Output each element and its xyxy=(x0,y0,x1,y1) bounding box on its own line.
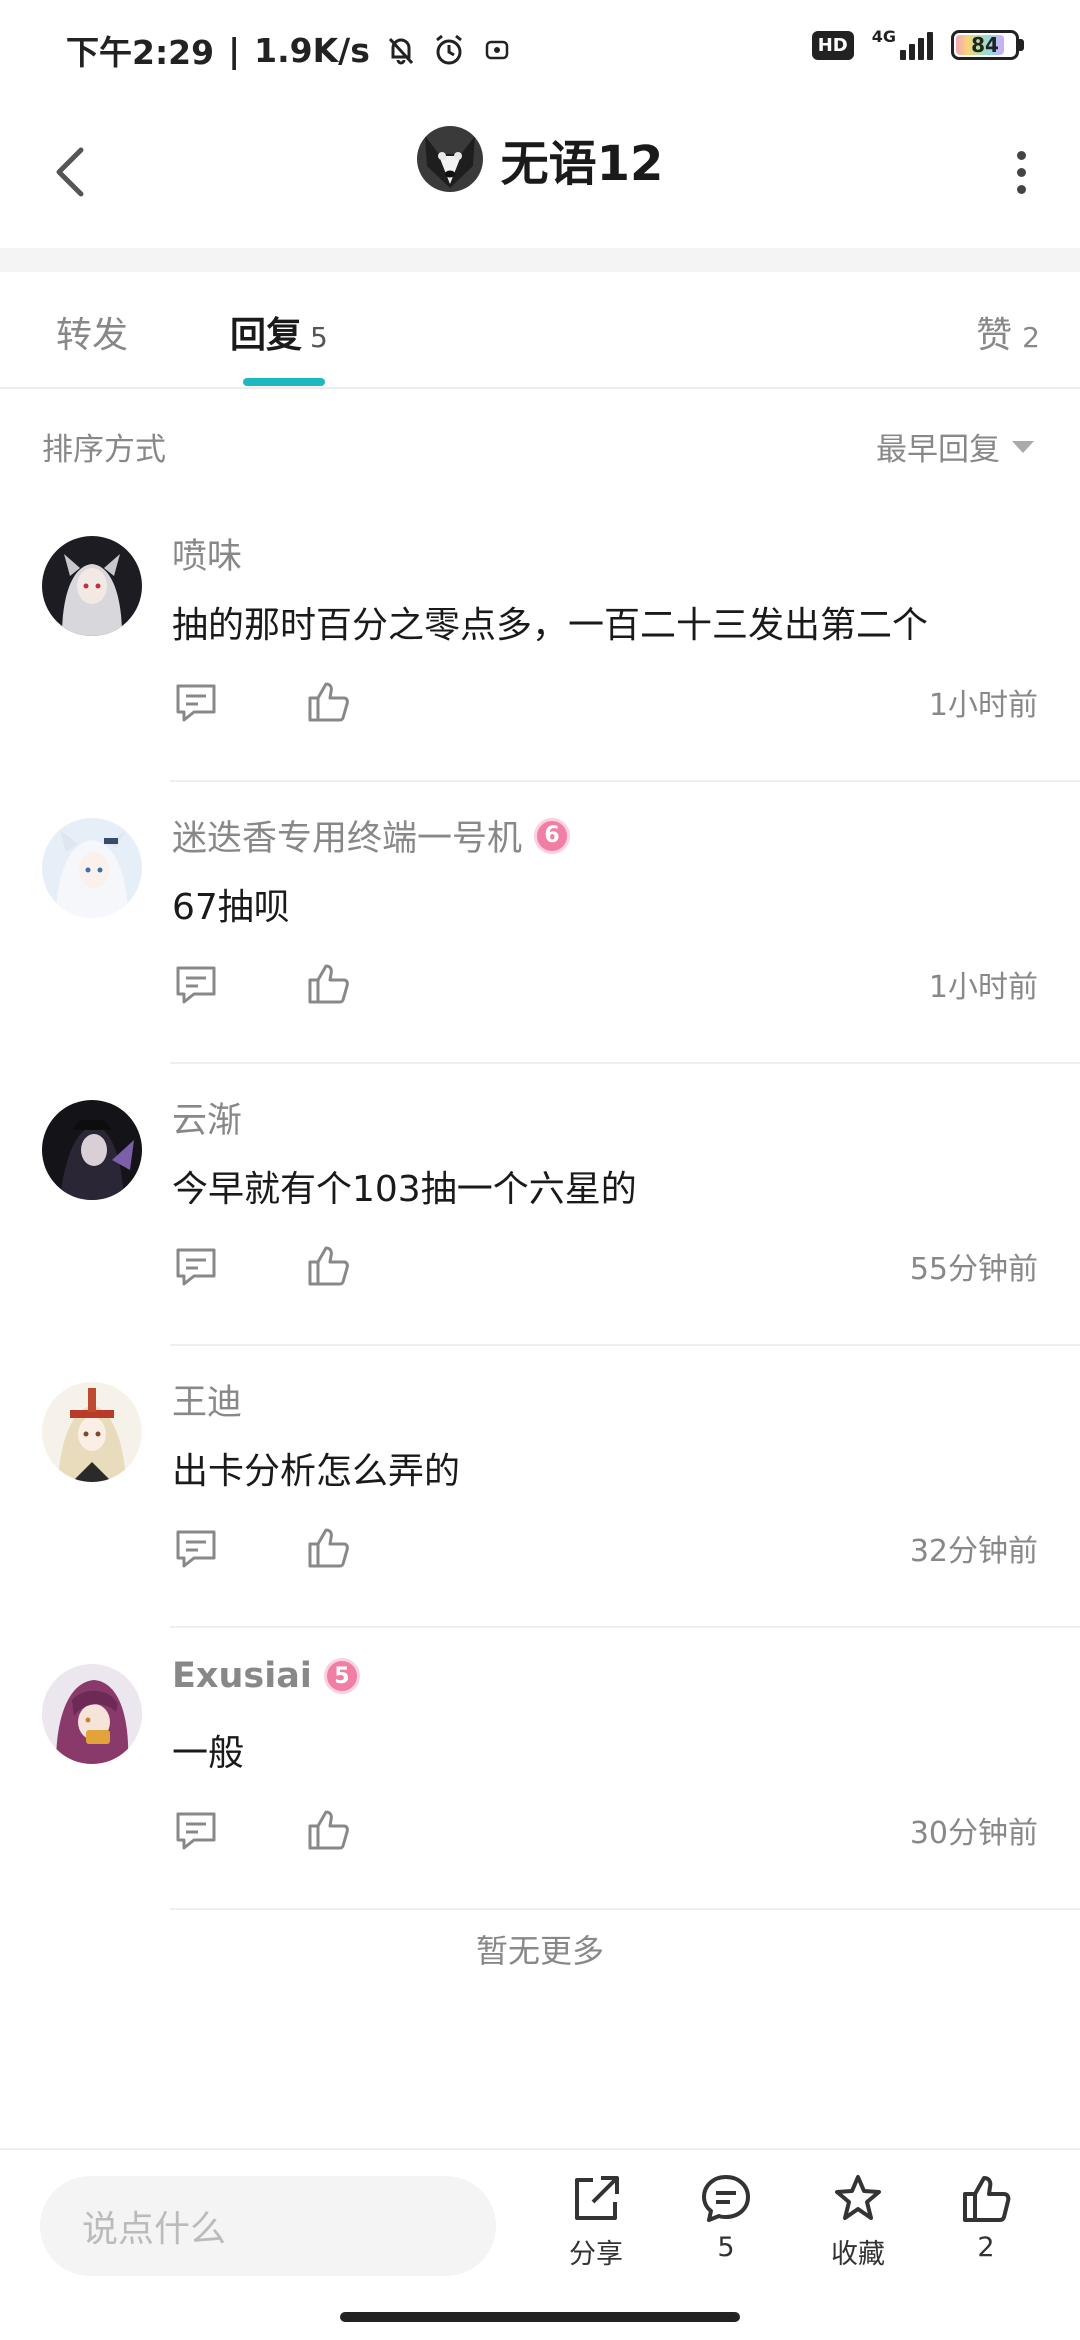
comment-time: 55分钟前 xyxy=(909,1252,1038,1287)
comment-text: 一般 xyxy=(172,1733,245,1774)
avatar[interactable] xyxy=(42,536,142,636)
comment-bubble-icon xyxy=(702,2175,750,2222)
comment-item: 迷迭香专用终端一号机 6 67抽呗 1小时前 xyxy=(0,782,1080,1064)
thumbs-up-icon[interactable] xyxy=(304,1242,352,1290)
more-options-button[interactable] xyxy=(996,132,1046,212)
battery-level: 84 xyxy=(971,33,999,57)
comment-input-placeholder: 说点什么 xyxy=(82,2209,227,2250)
tab-reply-label: 回复 xyxy=(230,315,303,356)
comment-actions xyxy=(172,1524,352,1572)
avatar[interactable] xyxy=(42,1100,142,1200)
tab-forward-label: 转发 xyxy=(56,315,129,356)
comments-button[interactable]: 5 xyxy=(676,2172,776,2263)
tab-like[interactable]: 赞2 xyxy=(976,306,1040,358)
like-button[interactable]: 2 xyxy=(936,2172,1036,2263)
comment-actions xyxy=(172,1806,352,1854)
comment-item: 王迪 出卡分析怎么弄的 32分钟前 xyxy=(0,1346,1080,1628)
thumbs-up-icon xyxy=(963,2176,1011,2222)
comment-author[interactable]: 迷迭香专用终端一号机 6 xyxy=(172,810,571,861)
thumbs-up-icon[interactable] xyxy=(304,960,352,1008)
favorite-button[interactable]: 收藏 xyxy=(808,2172,908,2271)
page-title: 无语12 xyxy=(500,136,664,192)
signal-icon xyxy=(900,30,933,60)
sort-label: 排序方式 xyxy=(42,432,166,468)
comment-icon[interactable] xyxy=(172,1242,220,1290)
tab-like-label: 赞 xyxy=(976,315,1013,356)
caret-down-icon xyxy=(1012,440,1034,453)
thumbs-up-icon[interactable] xyxy=(304,1524,352,1572)
thumbs-up-icon[interactable] xyxy=(304,1806,352,1854)
status-time: 下午2:29 xyxy=(66,33,215,72)
share-icon xyxy=(575,2176,619,2220)
avatar[interactable] xyxy=(42,1382,142,1482)
avatar[interactable] xyxy=(42,1664,142,1764)
comment-text: 今早就有个103抽一个六星的 xyxy=(172,1169,637,1210)
comment-actions xyxy=(172,1242,352,1290)
no-more-text: 暂无更多 xyxy=(475,1932,604,1970)
comment-author[interactable]: 喷味 xyxy=(172,528,242,579)
comment-text: 出卡分析怎么弄的 xyxy=(172,1451,461,1492)
comment-author[interactable]: Exusiai 5 xyxy=(172,1656,360,1696)
status-right: HD 4G 84 xyxy=(811,27,1024,60)
comment-icon[interactable] xyxy=(172,1806,220,1854)
comment-count: 5 xyxy=(717,2232,735,2263)
comment-time: 30分钟前 xyxy=(909,1816,1038,1851)
avatar[interactable] xyxy=(42,818,142,918)
tab-bar: 转发 回复 5 赞2 xyxy=(0,272,1080,389)
author-avatar[interactable] xyxy=(416,126,483,192)
comment-item: 喷味 抽的那时百分之零点多，一百二十三发出第二个 1小时前 xyxy=(0,500,1080,782)
tab-reply-count: 5 xyxy=(310,321,328,354)
tab-like-count: 2 xyxy=(1022,321,1040,354)
comment-icon[interactable] xyxy=(172,960,220,1008)
status-bar: 下午2:29 | 1.9K/s HD 4G 84 xyxy=(0,0,1080,96)
comment-author[interactable]: 王迪 xyxy=(172,1374,242,1425)
comment-actions xyxy=(172,960,352,1008)
tab-reply[interactable]: 回复 5 xyxy=(230,306,328,358)
comment-icon[interactable] xyxy=(172,678,220,726)
divider xyxy=(170,1908,1080,1910)
hd-badge: HD xyxy=(811,30,854,60)
app-notification-icon xyxy=(485,40,509,60)
active-tab-indicator xyxy=(243,378,325,386)
comment-input[interactable]: 说点什么 xyxy=(40,2176,496,2276)
comment-text: 抽的那时百分之零点多，一百二十三发出第二个 xyxy=(172,605,929,646)
comment-time: 1小时前 xyxy=(928,970,1038,1005)
comment-actions xyxy=(172,678,352,726)
tab-forward[interactable]: 转发 xyxy=(56,306,128,358)
section-divider xyxy=(0,248,1080,272)
home-indicator[interactable] xyxy=(340,2312,740,2322)
status-left: 下午2:29 | 1.9K/s xyxy=(66,26,514,74)
comment-time: 32分钟前 xyxy=(909,1534,1038,1569)
comment-item: 云渐 今早就有个103抽一个六星的 55分钟前 xyxy=(0,1064,1080,1346)
comment-list: 喷味 抽的那时百分之零点多，一百二十三发出第二个 1小时前 迷迭香专用终端一号机… xyxy=(0,500,1080,1910)
status-speed: 1.9K/s xyxy=(254,30,370,70)
more-vertical-icon xyxy=(1016,150,1026,160)
like-count: 2 xyxy=(977,2232,995,2263)
network-type: 4G xyxy=(871,27,896,46)
comment-time: 1小时前 xyxy=(928,688,1038,723)
comment-text: 67抽呗 xyxy=(172,887,290,928)
level-badge: 5 xyxy=(323,1658,360,1694)
signal-group: 4G xyxy=(871,27,933,60)
level-badge: 6 xyxy=(534,817,571,854)
sort-bar: 排序方式 最早回复 xyxy=(0,388,1080,498)
bottom-action-bar: 说点什么 分享 5 收藏 2 xyxy=(0,2148,1080,2300)
comment-author[interactable]: 云渐 xyxy=(172,1092,242,1143)
top-nav: 无语12 xyxy=(0,96,1080,246)
comment-item: Exusiai 5 一般 30分钟前 xyxy=(0,1628,1080,1910)
sort-selected: 最早回复 xyxy=(876,432,1000,468)
star-icon xyxy=(835,2175,881,2220)
favorite-label: 收藏 xyxy=(831,2239,885,2270)
alarm-icon xyxy=(435,34,462,65)
mute-bell-icon xyxy=(388,37,413,65)
sort-dropdown[interactable]: 最早回复 xyxy=(876,424,1034,469)
share-label: 分享 xyxy=(569,2239,623,2270)
comment-icon[interactable] xyxy=(172,1524,220,1572)
title-group: 无语12 xyxy=(0,124,1080,194)
battery-icon: 84 xyxy=(951,30,1024,60)
share-button[interactable]: 分享 xyxy=(546,2172,646,2271)
thumbs-up-icon[interactable] xyxy=(304,678,352,726)
